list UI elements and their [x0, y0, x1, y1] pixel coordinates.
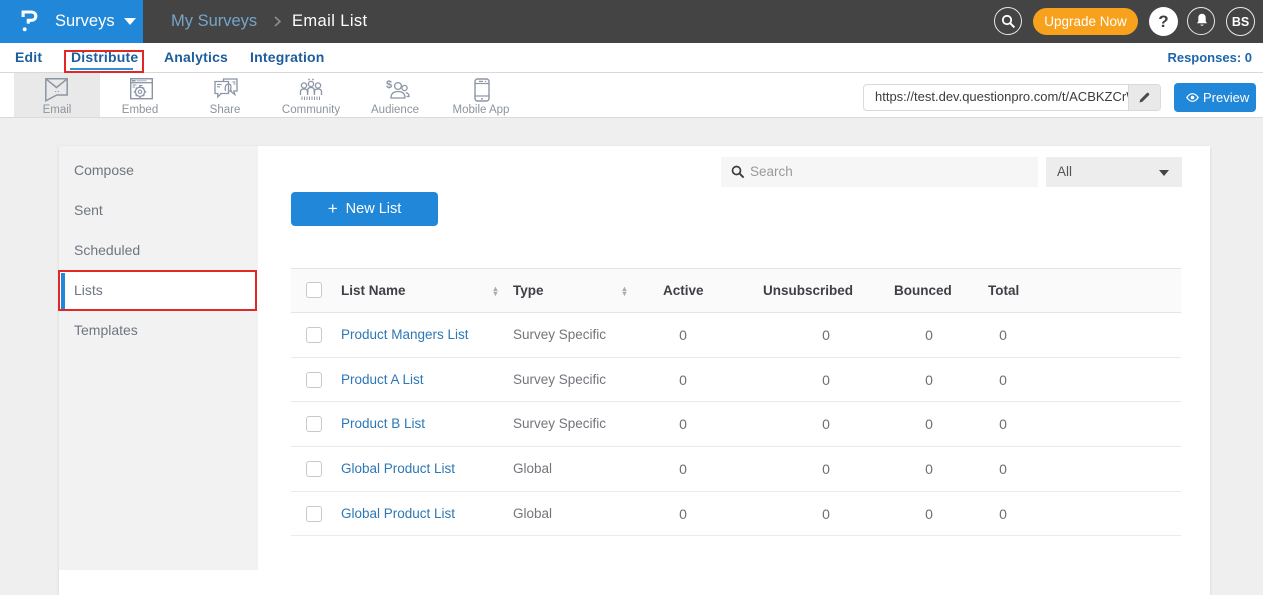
svg-text:$: $ [386, 79, 392, 91]
